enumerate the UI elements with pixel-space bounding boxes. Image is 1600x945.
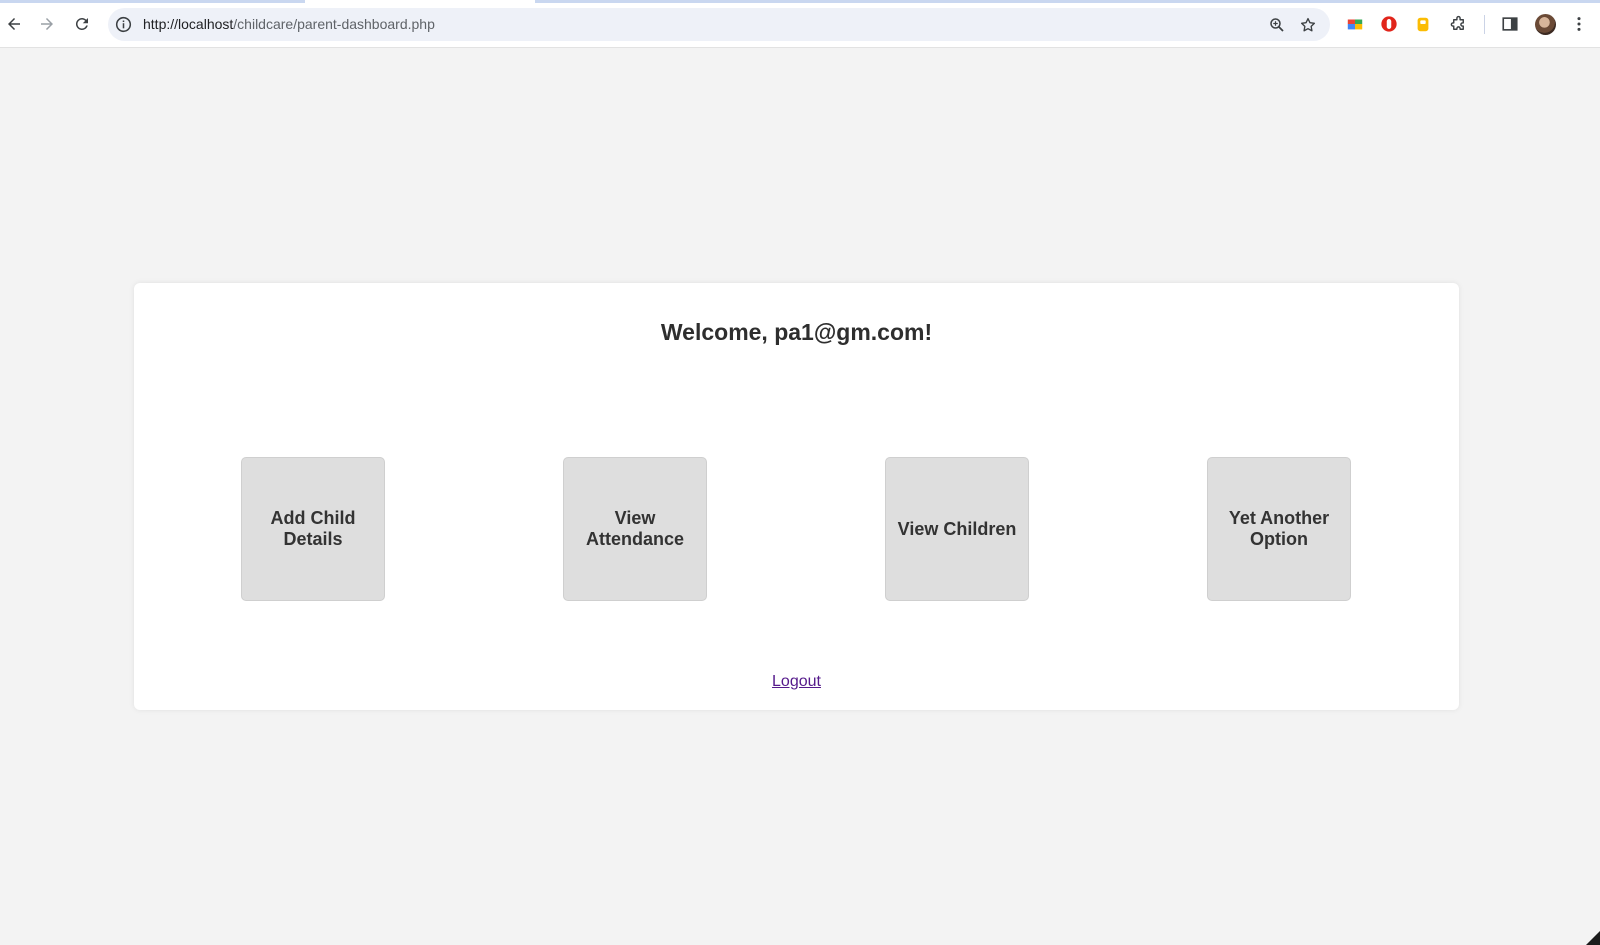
logout-container: Logout <box>134 673 1459 691</box>
star-icon[interactable] <box>1299 16 1317 34</box>
yet-another-option-button[interactable]: Yet Another Option <box>1207 457 1351 601</box>
colorful-extension-icon[interactable] <box>1345 14 1365 34</box>
url-host: http://localhost <box>143 16 234 32</box>
welcome-heading: Welcome, pa1@gm.com! <box>660 319 933 345</box>
url-path: /childcare/parent-dashboard.php <box>233 16 435 32</box>
add-child-details-button[interactable]: Add Child Details <box>241 457 385 601</box>
tile-label: View Attendance <box>585 508 684 549</box>
side-panel-icon[interactable] <box>1500 14 1520 34</box>
reload-icon[interactable] <box>70 12 94 36</box>
address-bar[interactable]: http://localhost/childcare/parent-dashbo… <box>108 8 1330 41</box>
tile-label: View Children <box>897 518 1017 539</box>
tab-strip-edge <box>0 0 305 3</box>
logout-link[interactable]: Logout <box>772 673 821 690</box>
dashboard-card: Welcome, pa1@gm.com! Add Child Details V… <box>134 283 1459 710</box>
tile-label: Add Child Details <box>270 508 356 549</box>
view-children-button[interactable]: View Children <box>885 457 1029 601</box>
forward-arrow-icon[interactable] <box>35 12 59 36</box>
kebab-menu-icon[interactable] <box>1569 14 1589 34</box>
red-shield-extension-icon[interactable] <box>1379 14 1399 34</box>
tile-label: Yet Another Option <box>1228 508 1330 549</box>
info-icon[interactable] <box>115 16 132 33</box>
window-corner <box>1586 931 1600 945</box>
yellow-extension-icon[interactable] <box>1413 14 1433 34</box>
url-text[interactable]: http://localhost/childcare/parent-dashbo… <box>143 16 435 32</box>
view-attendance-button[interactable]: View Attendance <box>563 457 707 601</box>
back-arrow-icon[interactable] <box>2 12 26 36</box>
puzzle-icon[interactable] <box>1448 14 1468 34</box>
toolbar-divider <box>1484 15 1485 34</box>
avatar[interactable] <box>1535 14 1556 35</box>
zoom-icon[interactable] <box>1268 16 1286 34</box>
browser-toolbar: http://localhost/childcare/parent-dashbo… <box>0 0 1600 48</box>
tab-strip-edge <box>535 0 1600 3</box>
